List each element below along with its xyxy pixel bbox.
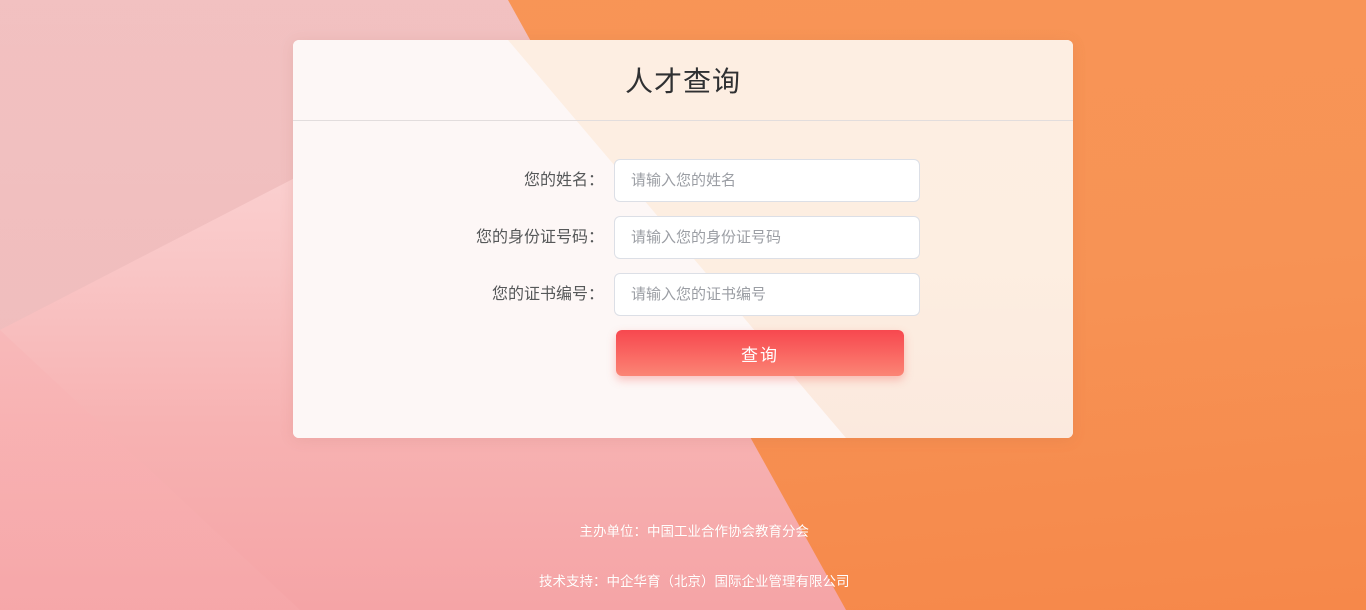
- form-row-certificate-number: 您的证书编号：: [293, 273, 1073, 316]
- field-name: [614, 159, 920, 202]
- page-root: 人才查询 您的姓名： 您的身份证号码： 您的证书编号：: [0, 0, 1366, 610]
- card-header: 人才查询: [293, 40, 1073, 121]
- certificate-number-input[interactable]: [614, 273, 920, 316]
- id-number-input[interactable]: [614, 216, 920, 259]
- page-title: 人才查询: [624, 66, 741, 97]
- page-footer: 主办单位：中国工业合作协会教育分会 技术支持：中企华育（北京）国际企业管理有限公…: [0, 494, 1366, 610]
- name-input[interactable]: [614, 159, 920, 202]
- query-submit-button[interactable]: 查询: [616, 330, 904, 376]
- form-row-id-number: 您的身份证号码：: [293, 216, 1073, 259]
- query-card: 人才查询 您的姓名： 您的身份证号码： 您的证书编号：: [293, 40, 1073, 438]
- footer-line-organizations: 主办单位：中国工业合作协会教育分会 技术支持：中企华育（北京）国际企业管理有限公…: [0, 494, 1366, 610]
- label-name: 您的姓名：: [523, 172, 604, 189]
- submit-field: 查询: [614, 330, 904, 376]
- label-id-number: 您的身份证号码：: [475, 229, 604, 246]
- query-form: 您的姓名： 您的身份证号码： 您的证书编号：: [293, 121, 1073, 376]
- field-id-number: [614, 216, 920, 259]
- form-row-name: 您的姓名：: [293, 159, 1073, 202]
- footer-tech-support: 技术支持：中企华育（北京）国际企业管理有限公司: [539, 574, 850, 589]
- field-certificate-number: [614, 273, 920, 316]
- form-row-submit: 查询: [293, 330, 1073, 376]
- footer-organizer: 主办单位：中国工业合作协会教育分会: [579, 524, 810, 539]
- label-certificate-number: 您的证书编号：: [491, 286, 604, 303]
